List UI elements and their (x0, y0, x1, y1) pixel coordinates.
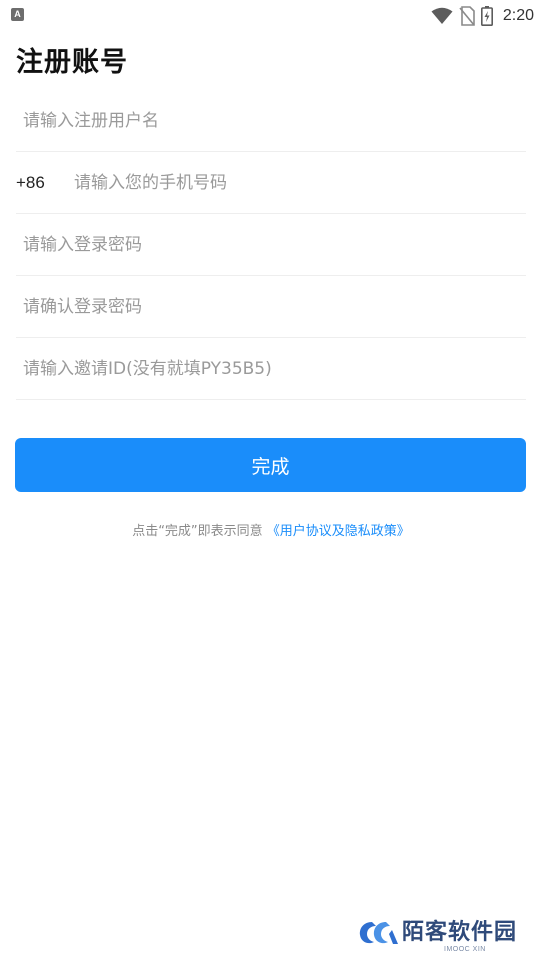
watermark-title: 陌客软件园 (402, 919, 518, 945)
status-time: 2:20 (502, 7, 534, 24)
username-row (16, 90, 526, 152)
register-form: +86 (16, 90, 526, 400)
country-code[interactable]: +86 (16, 173, 74, 193)
agreement-link[interactable]: 《用户协议及隐私政策》 (267, 524, 410, 539)
battery-charging-icon (480, 6, 493, 26)
invite-row (16, 338, 526, 400)
no-sim-icon (459, 6, 475, 26)
notification-icon: A (11, 8, 24, 21)
password-row (16, 214, 526, 276)
phone-input[interactable] (74, 152, 526, 213)
confirm-password-input[interactable] (16, 276, 526, 337)
watermark-logo-icon (359, 922, 398, 944)
wifi-icon (431, 7, 453, 24)
watermark-subtitle: IMOOC XIN (444, 946, 486, 953)
password-input[interactable] (16, 214, 526, 275)
invite-id-input[interactable] (16, 338, 526, 399)
username-input[interactable] (16, 90, 526, 151)
status-bar: A 2:20 (0, 0, 542, 32)
confirm-password-row (16, 276, 526, 338)
agreement-prefix: 点击“完成”即表示同意 (132, 524, 267, 539)
agreement-text: 点击“完成”即表示同意 《用户协议及隐私政策》 (0, 520, 542, 539)
submit-button[interactable]: 完成 (15, 438, 526, 492)
phone-row: +86 (16, 152, 526, 214)
watermark: 陌客软件园 IMOOC XIN (358, 912, 538, 958)
page-title: 注册账号 (16, 47, 128, 78)
status-icons: 2:20 (431, 4, 534, 28)
